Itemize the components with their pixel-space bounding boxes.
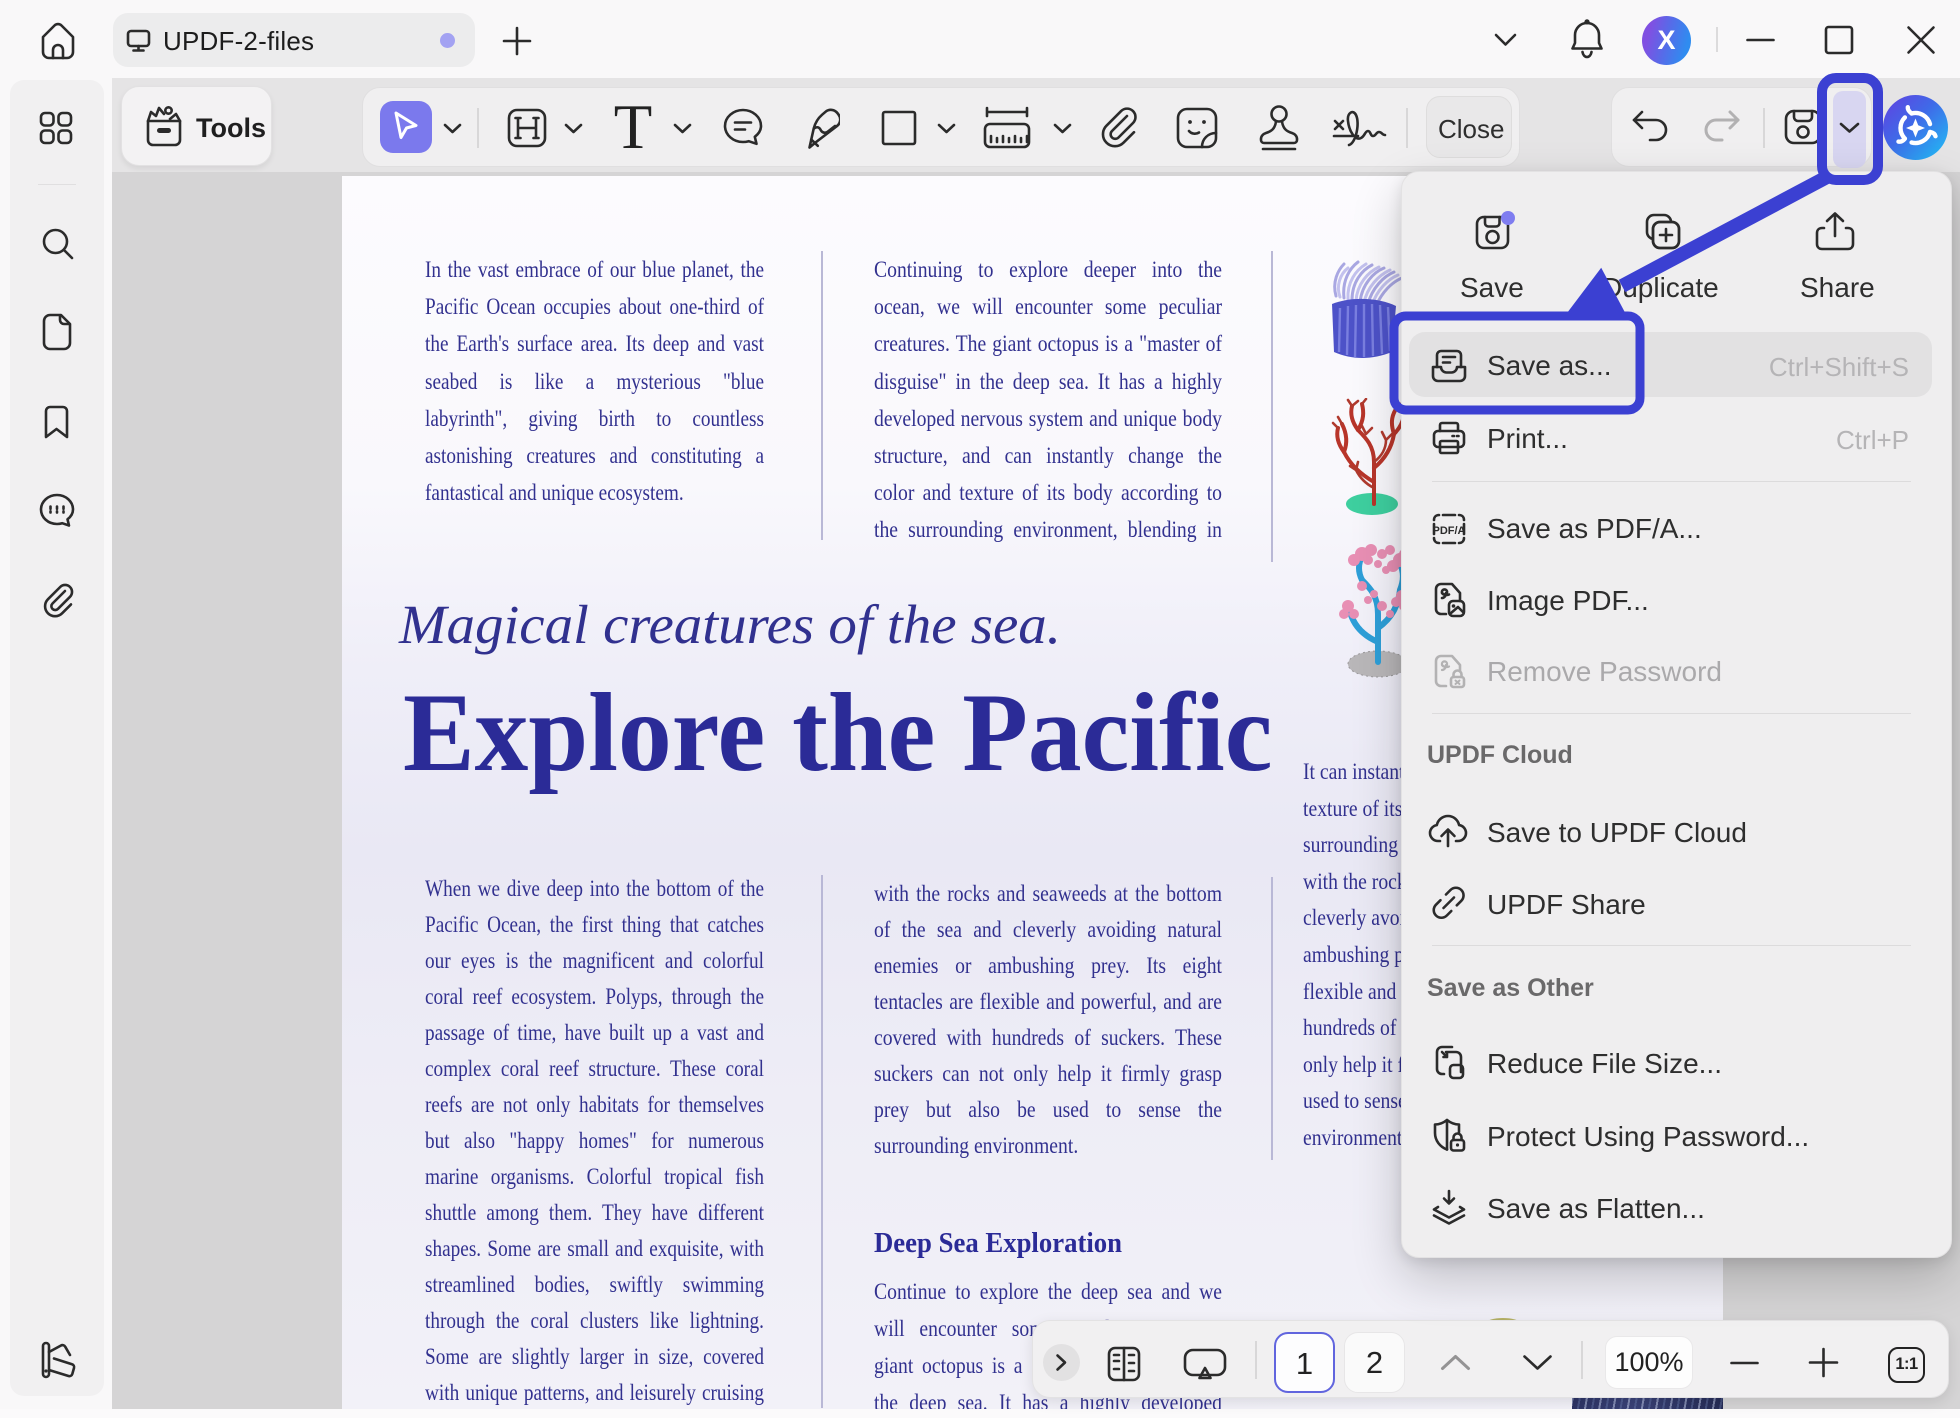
svg-text:PDF/A: PDF/A xyxy=(1433,525,1466,537)
